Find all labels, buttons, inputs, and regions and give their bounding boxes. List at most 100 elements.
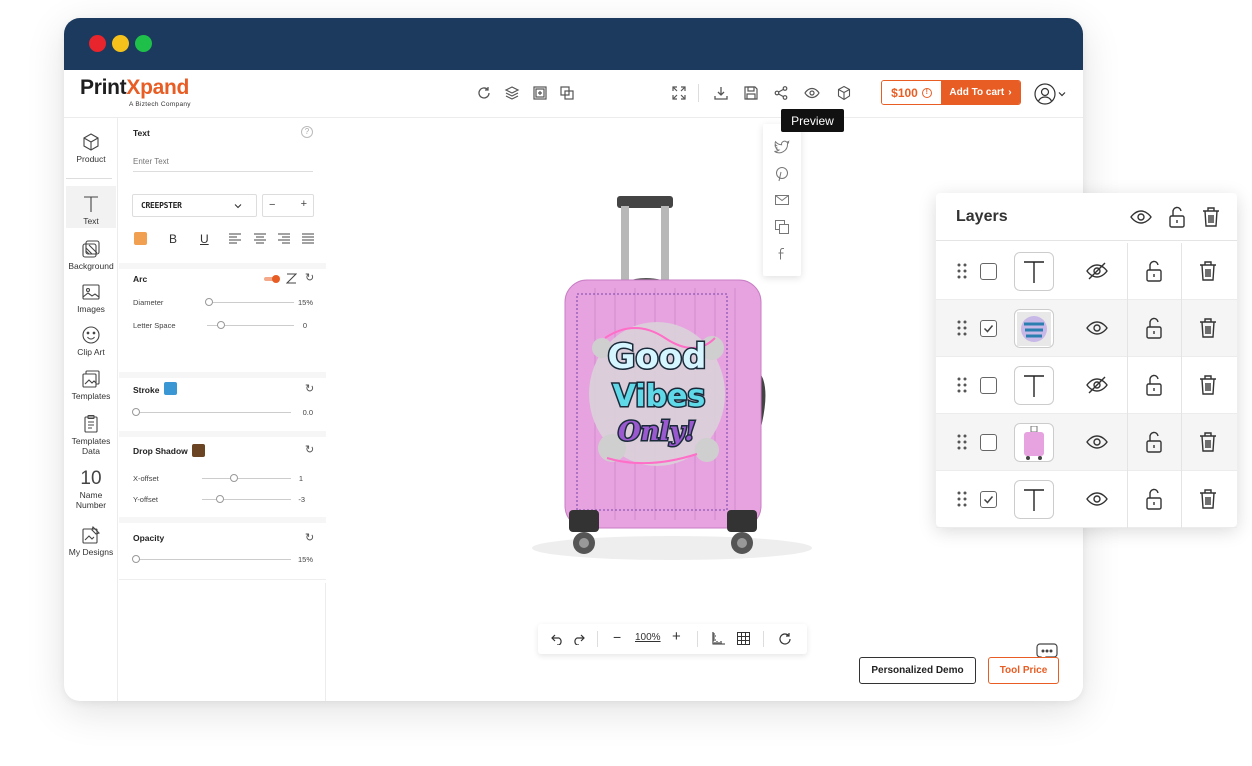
facebook-icon[interactable] xyxy=(774,246,790,262)
zoom-level[interactable]: 100% xyxy=(635,632,661,643)
diameter-slider[interactable] xyxy=(207,302,294,303)
trash-icon[interactable] xyxy=(1200,206,1222,228)
3d-view-icon[interactable] xyxy=(835,84,853,102)
eye-icon[interactable] xyxy=(1130,206,1152,228)
eye-icon[interactable] xyxy=(1086,488,1108,510)
grid-icon[interactable] xyxy=(737,632,750,645)
layer-checkbox[interactable] xyxy=(980,263,997,280)
x-offset-slider[interactable] xyxy=(202,478,291,479)
trash-icon[interactable] xyxy=(1197,317,1219,339)
align-left-icon[interactable] xyxy=(229,233,241,244)
sidebar-item-my-designs[interactable]: My Designs xyxy=(66,525,116,557)
align-justify-icon[interactable] xyxy=(302,233,314,244)
layer-thumbnail[interactable] xyxy=(1014,423,1054,462)
layer-row[interactable] xyxy=(936,471,1237,528)
eye-off-icon[interactable] xyxy=(1086,260,1108,282)
layer-checkbox[interactable] xyxy=(980,377,997,394)
eye-icon[interactable] xyxy=(1086,431,1108,453)
stroke-color-swatch[interactable] xyxy=(164,382,177,395)
help-icon[interactable]: ? xyxy=(301,126,313,138)
refresh-icon[interactable] xyxy=(475,84,493,102)
sidebar-item-text[interactable]: Text xyxy=(66,186,116,228)
align-right-icon[interactable] xyxy=(278,233,290,244)
unlock-icon[interactable] xyxy=(1143,374,1165,396)
add-to-cart-button[interactable]: Add To cart › xyxy=(941,81,1020,104)
diameter-knob[interactable] xyxy=(205,298,213,306)
sidebar-item-clip-art[interactable]: Clip Art xyxy=(66,325,116,357)
y-offset-knob[interactable] xyxy=(216,495,224,503)
save-icon[interactable] xyxy=(742,84,760,102)
drag-handle-icon[interactable] xyxy=(957,262,967,280)
font-size-stepper[interactable]: − + xyxy=(262,194,314,217)
opacity-slider[interactable] xyxy=(135,559,291,560)
align-center-icon[interactable] xyxy=(254,233,266,244)
arc-toggle[interactable] xyxy=(264,275,280,283)
preview-eye-icon[interactable] xyxy=(803,84,821,102)
download-icon[interactable] xyxy=(712,84,730,102)
undo-icon[interactable] xyxy=(551,632,564,645)
trash-icon[interactable] xyxy=(1197,374,1219,396)
reset-canvas-icon[interactable] xyxy=(778,632,792,646)
layer-row[interactable] xyxy=(936,357,1237,414)
increase-size-button[interactable]: + xyxy=(301,198,307,210)
stroke-knob[interactable] xyxy=(132,408,140,416)
eye-icon[interactable] xyxy=(1086,317,1108,339)
unlock-icon[interactable] xyxy=(1143,431,1165,453)
layer-row[interactable] xyxy=(936,243,1237,300)
unlock-icon[interactable] xyxy=(1166,206,1188,228)
maximize-window-dot[interactable] xyxy=(135,35,152,52)
fullscreen-icon[interactable] xyxy=(670,84,688,102)
add-to-page-icon[interactable] xyxy=(531,84,549,102)
bold-button[interactable]: B xyxy=(169,232,177,246)
minimize-window-dot[interactable] xyxy=(112,35,129,52)
tool-price-button[interactable]: Tool Price xyxy=(988,657,1059,684)
duplicate-icon[interactable] xyxy=(558,84,576,102)
drag-handle-icon[interactable] xyxy=(957,376,967,394)
ruler-icon[interactable] xyxy=(712,632,725,645)
underline-button[interactable]: U xyxy=(200,232,209,246)
zoom-in-button[interactable]: + xyxy=(672,628,681,645)
artwork-graffiti[interactable]: Good Vibes Only! xyxy=(589,322,725,466)
letter-space-knob[interactable] xyxy=(217,321,225,329)
reset-opacity-icon[interactable]: ↻ xyxy=(305,531,314,544)
layer-thumbnail[interactable] xyxy=(1014,309,1054,348)
price-info-icon[interactable]: ! xyxy=(921,87,932,98)
drag-handle-icon[interactable] xyxy=(957,490,967,508)
text-color-swatch[interactable] xyxy=(134,232,147,245)
redo-icon[interactable] xyxy=(572,632,585,645)
sidebar-item-images[interactable]: Images xyxy=(66,282,116,314)
trash-icon[interactable] xyxy=(1197,431,1219,453)
reset-stroke-icon[interactable]: ↻ xyxy=(305,382,314,395)
trash-icon[interactable] xyxy=(1197,260,1219,282)
shadow-color-swatch[interactable] xyxy=(192,444,205,457)
flip-arc-icon[interactable] xyxy=(286,273,297,284)
layer-checkbox[interactable] xyxy=(980,491,997,508)
close-window-dot[interactable] xyxy=(89,35,106,52)
unlock-icon[interactable] xyxy=(1143,488,1165,510)
unlock-icon[interactable] xyxy=(1143,317,1165,339)
sidebar-item-templates-data[interactable]: Templates Data xyxy=(66,414,116,456)
trash-icon[interactable] xyxy=(1197,488,1219,510)
pinterest-icon[interactable] xyxy=(774,166,790,182)
layer-row[interactable] xyxy=(936,300,1237,357)
sidebar-item-templates[interactable]: Templates xyxy=(66,369,116,401)
twitter-icon[interactable] xyxy=(774,139,790,155)
sidebar-item-name-number[interactable]: 10 Name Number xyxy=(66,469,116,511)
font-select[interactable]: CREEPSTER xyxy=(132,194,257,217)
drag-handle-icon[interactable] xyxy=(957,433,967,451)
layer-checkbox[interactable] xyxy=(980,434,997,451)
user-menu[interactable] xyxy=(1034,83,1066,105)
layer-thumbnail[interactable] xyxy=(1014,252,1054,291)
opacity-knob[interactable] xyxy=(132,555,140,563)
reset-arc-icon[interactable]: ↻ xyxy=(305,271,314,284)
layer-thumbnail[interactable] xyxy=(1014,480,1054,519)
sidebar-item-product[interactable]: Product xyxy=(66,132,116,164)
unlock-icon[interactable] xyxy=(1143,260,1165,282)
email-icon[interactable] xyxy=(774,192,790,208)
layer-row[interactable] xyxy=(936,414,1237,471)
sidebar-item-background[interactable]: Background xyxy=(66,239,116,271)
share-icon[interactable] xyxy=(772,84,790,102)
drag-handle-icon[interactable] xyxy=(957,319,967,337)
zoom-out-button[interactable]: − xyxy=(613,629,621,645)
layers-stack-icon[interactable] xyxy=(503,84,521,102)
